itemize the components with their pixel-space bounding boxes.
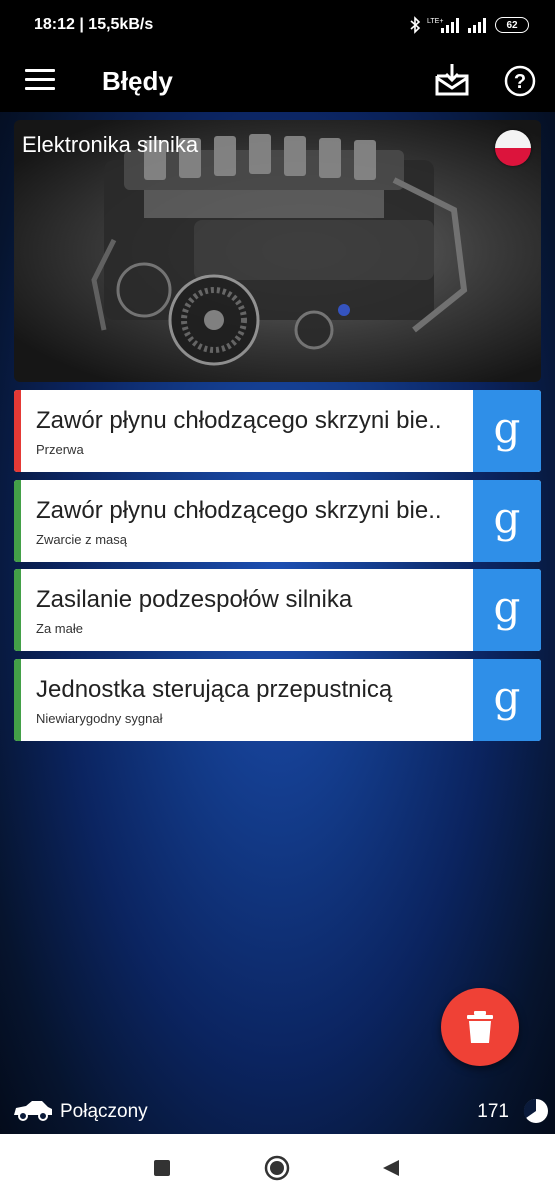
error-subtitle: Niewiarygodny sygnał (36, 711, 163, 726)
google-icon: g (493, 582, 521, 631)
status-indicator (14, 659, 21, 741)
google-icon: g (493, 672, 521, 721)
engine-banner[interactable]: Elektronika silnika (14, 120, 541, 382)
error-item[interactable]: Zawór płynu chłodzącego skrzyni bie.. Pr… (14, 390, 541, 472)
google-search-button[interactable]: g (473, 480, 541, 562)
status-indicator (14, 569, 21, 651)
error-subtitle: Przerwa (36, 442, 84, 457)
menu-icon[interactable] (25, 69, 55, 93)
progress-pie-icon (523, 1098, 548, 1123)
connection-status: Połączony (60, 1101, 148, 1122)
status-indicator (14, 480, 21, 562)
google-icon: g (493, 403, 521, 452)
error-item[interactable]: Jednostka sterująca przepustnicą Niewiar… (14, 659, 541, 741)
engine-image (91, 134, 468, 366)
poland-flag-icon[interactable] (495, 130, 531, 166)
error-title: Jednostka sterująca przepustnicą (36, 676, 393, 703)
system-nav-bar (0, 1134, 555, 1200)
status-indicator (14, 390, 21, 472)
lte-signal-icon: LTE+ (427, 18, 459, 33)
signal-icon (468, 18, 486, 33)
banner-label: Elektronika silnika (22, 132, 199, 157)
app-bar: Błędy ? (0, 50, 555, 112)
download-icon[interactable] (434, 62, 470, 98)
error-title: Zawór płynu chłodzącego skrzyni bie.. (36, 497, 442, 524)
recent-apps-button[interactable] (154, 1160, 170, 1176)
error-item[interactable]: Zawór płynu chłodzącego skrzyni bie.. Zw… (14, 480, 541, 562)
trash-icon (467, 1011, 493, 1043)
battery-level: 62 (506, 19, 518, 31)
status-bar: 18:12 | 15,5kB/s LTE+ 62 (0, 0, 555, 50)
back-button[interactable] (381, 1158, 401, 1178)
google-search-button[interactable]: g (473, 569, 541, 651)
error-title: Zawór płynu chłodzącego skrzyni bie.. (36, 407, 442, 434)
status-time: 18:12 | 15,5kB/s (34, 16, 154, 33)
page-title: Błędy (102, 66, 173, 96)
connection-footer: Połączony 171 (0, 1090, 555, 1132)
error-subtitle: Za małe (36, 621, 83, 636)
car-icon (14, 1101, 52, 1121)
battery-icon: 62 (495, 17, 529, 33)
google-icon: g (493, 493, 521, 542)
google-search-button[interactable]: g (473, 659, 541, 741)
error-count: 171 (477, 1101, 509, 1122)
error-title: Zasilanie podzespołów silnika (36, 586, 353, 613)
error-item[interactable]: Zasilanie podzespołów silnika Za małe g (14, 569, 541, 651)
google-search-button[interactable]: g (473, 390, 541, 472)
svg-text:?: ? (514, 71, 526, 93)
delete-errors-button[interactable] (441, 988, 519, 1066)
svg-text:LTE+: LTE+ (427, 18, 443, 25)
bluetooth-icon (410, 16, 421, 34)
error-subtitle: Zwarcie z masą (36, 532, 128, 547)
status-icons: LTE+ 62 (409, 16, 529, 34)
home-button[interactable] (264, 1155, 290, 1181)
help-icon[interactable]: ? (503, 64, 537, 98)
